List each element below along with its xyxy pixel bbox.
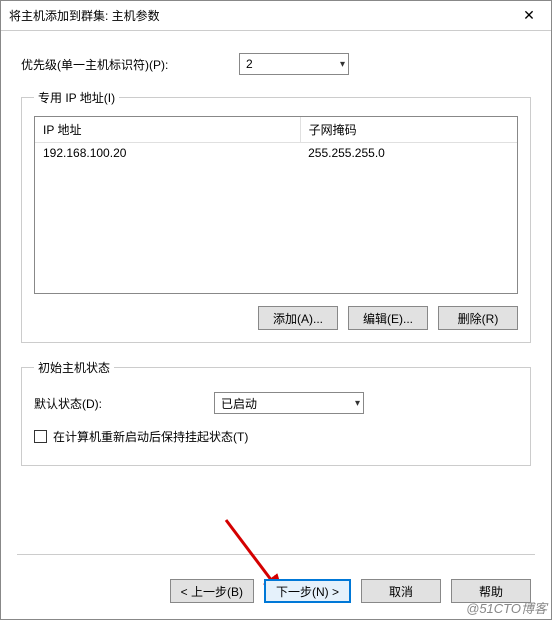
priority-select[interactable]: 2 ▾ xyxy=(239,53,349,75)
table-row[interactable]: 192.168.100.20 255.255.255.0 xyxy=(35,143,517,164)
edit-button[interactable]: 编辑(E)... xyxy=(348,306,428,330)
state-group-legend: 初始主机状态 xyxy=(34,359,114,376)
back-button[interactable]: < 上一步(B) xyxy=(170,579,254,603)
col-ip-header[interactable]: IP 地址 xyxy=(35,117,300,143)
ip-group-legend: 专用 IP 地址(I) xyxy=(34,89,119,106)
ip-address-group: 专用 IP 地址(I) IP 地址 子网掩码 192.168.100.20 25… xyxy=(21,89,531,343)
close-icon: ✕ xyxy=(523,7,535,24)
default-state-select[interactable]: 已启动 ▾ xyxy=(214,392,364,414)
retain-checkbox[interactable] xyxy=(34,430,47,443)
chevron-down-icon: ▾ xyxy=(340,59,345,70)
ip-button-row: 添加(A)... 编辑(E)... 删除(R) xyxy=(34,306,518,330)
window-title: 将主机添加到群集: 主机参数 xyxy=(9,7,160,24)
help-button[interactable]: 帮助 xyxy=(451,579,531,603)
cancel-button[interactable]: 取消 xyxy=(361,579,441,603)
footer-divider xyxy=(17,554,535,555)
priority-label: 优先级(单一主机标识符)(P): xyxy=(21,56,239,73)
ip-table-wrap[interactable]: IP 地址 子网掩码 192.168.100.20 255.255.255.0 xyxy=(34,116,518,294)
initial-state-group: 初始主机状态 默认状态(D): 已启动 ▾ 在计算机重新启动后保持挂起状态(T) xyxy=(21,359,531,466)
retain-label: 在计算机重新启动后保持挂起状态(T) xyxy=(53,428,248,445)
cell-mask: 255.255.255.0 xyxy=(300,143,517,164)
cell-ip: 192.168.100.20 xyxy=(35,143,300,164)
priority-value: 2 xyxy=(246,57,253,71)
add-button[interactable]: 添加(A)... xyxy=(258,306,338,330)
dialog-footer: < 上一步(B) 下一步(N) > 取消 帮助 xyxy=(1,565,551,619)
title-bar: 将主机添加到群集: 主机参数 ✕ xyxy=(1,1,551,31)
default-state-value: 已启动 xyxy=(221,395,257,412)
dialog-content: 优先级(单一主机标识符)(P): 2 ▾ 专用 IP 地址(I) IP 地址 子… xyxy=(1,31,551,565)
default-state-label: 默认状态(D): xyxy=(34,395,214,412)
default-state-row: 默认状态(D): 已启动 ▾ xyxy=(34,392,518,414)
retain-suspend-row[interactable]: 在计算机重新启动后保持挂起状态(T) xyxy=(34,428,518,445)
next-button[interactable]: 下一步(N) > xyxy=(264,579,351,603)
ip-table: IP 地址 子网掩码 192.168.100.20 255.255.255.0 xyxy=(35,117,517,163)
dialog-window: 将主机添加到群集: 主机参数 ✕ 优先级(单一主机标识符)(P): 2 ▾ 专用… xyxy=(0,0,552,620)
remove-button[interactable]: 删除(R) xyxy=(438,306,518,330)
priority-row: 优先级(单一主机标识符)(P): 2 ▾ xyxy=(21,53,531,75)
chevron-down-icon: ▾ xyxy=(355,398,360,409)
close-button[interactable]: ✕ xyxy=(507,1,551,31)
col-mask-header[interactable]: 子网掩码 xyxy=(300,117,517,143)
